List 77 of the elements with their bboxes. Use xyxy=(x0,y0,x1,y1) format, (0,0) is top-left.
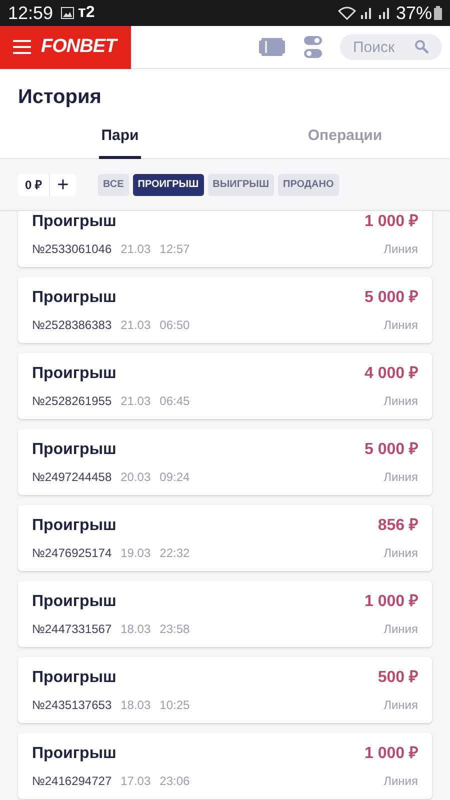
bet-number: №2416294727 xyxy=(32,773,112,790)
signal-icon xyxy=(360,7,374,19)
bet-date: 21.03 xyxy=(120,241,151,258)
bet-card[interactable]: Проигрыш 1 000 ₽ №2416294727 17.03 23:06 Линия xyxy=(18,733,432,799)
bet-number: №2528386383 xyxy=(32,317,112,334)
bet-date: 17.03 xyxy=(120,773,151,790)
balance-value: 0 ₽ xyxy=(18,174,50,196)
bet-type: Линия xyxy=(384,621,418,638)
bet-status: Проигрыш xyxy=(32,744,116,764)
bet-amount: 500 ₽ xyxy=(378,668,418,688)
toggle-icon[interactable] xyxy=(304,36,322,58)
bet-date: 20.03 xyxy=(120,469,151,486)
bet-amount: 5 000 ₽ xyxy=(364,440,418,460)
bet-type: Линия xyxy=(384,393,418,410)
bet-number: №2497244458 xyxy=(32,469,112,486)
battery-icon xyxy=(434,6,442,20)
bet-card[interactable]: Проигрыш 856 ₽ №2476925174 19.03 22:32 Линия xyxy=(18,505,432,571)
page-title: История xyxy=(17,85,102,110)
bet-amount: 856 ₽ xyxy=(378,516,418,536)
bet-amount: 5 000 ₽ xyxy=(364,288,418,308)
bet-type: Линия xyxy=(384,241,418,258)
bet-type: Линия xyxy=(384,697,418,714)
bet-time: 23:58 xyxy=(160,621,190,638)
bet-time: 10:25 xyxy=(160,697,190,714)
search-field[interactable]: Поиск xyxy=(340,34,442,60)
bet-status: Проигрыш xyxy=(32,288,116,308)
bet-card[interactable]: Проигрыш 5 000 ₽ №2497244458 20.03 09:24 Линия xyxy=(18,429,432,495)
bet-time: 06:50 xyxy=(160,317,190,334)
filter-chip[interactable]: ПРОДАНО xyxy=(278,174,339,196)
bet-number: №2533061046 xyxy=(32,241,112,258)
image-icon xyxy=(61,7,74,19)
bet-status: Проигрыш xyxy=(32,440,116,460)
signal-icon xyxy=(378,7,392,19)
bet-card[interactable]: Проигрыш 500 ₽ №2435137653 18.03 10:25 Линия xyxy=(18,657,432,723)
wifi-icon xyxy=(338,6,356,20)
bet-date: 19.03 xyxy=(120,545,151,562)
bet-card[interactable]: Проигрыш 4 000 ₽ №2528261955 21.03 06:45 Линия xyxy=(18,353,432,419)
bet-time: 22:32 xyxy=(160,545,190,562)
bet-amount: 1 000 ₽ xyxy=(364,744,418,764)
logo: FONBET xyxy=(41,34,116,59)
bet-time: 23:06 xyxy=(160,773,190,790)
bet-status: Проигрыш xyxy=(32,364,116,384)
bet-amount: 4 000 ₽ xyxy=(364,364,418,384)
add-button[interactable]: + xyxy=(50,174,76,196)
bet-card[interactable]: Проигрыш 1 000 ₽ №2447331567 18.03 23:58 Линия xyxy=(18,581,432,647)
bet-type: Линия xyxy=(384,773,418,790)
filter-chip[interactable]: ВЫИГРЫШ xyxy=(208,174,274,196)
bet-time: 09:24 xyxy=(160,469,190,486)
filter-chip[interactable]: ВСЕ xyxy=(98,174,129,196)
carrier-label: т2 xyxy=(78,3,95,23)
bet-date: 21.03 xyxy=(120,317,151,334)
bet-date: 21.03 xyxy=(120,393,151,410)
bet-type: Линия xyxy=(384,545,418,562)
battery-percent: 37% xyxy=(396,2,432,24)
bet-status: Проигрыш xyxy=(32,212,116,232)
bet-number: №2476925174 xyxy=(32,545,112,562)
bet-card[interactable]: Проигрыш 5 000 ₽ №2528386383 21.03 06:50 Линия xyxy=(18,277,432,343)
bet-number: №2435137653 xyxy=(32,697,112,714)
bet-status: Проигрыш xyxy=(32,668,116,688)
search-icon[interactable] xyxy=(414,39,430,55)
bet-amount: 1 000 ₽ xyxy=(364,212,418,232)
bet-date: 18.03 xyxy=(120,621,151,638)
bet-amount: 1 000 ₽ xyxy=(364,592,418,612)
bet-time: 06:45 xyxy=(160,393,190,410)
bet-time: 12:57 xyxy=(160,241,190,258)
bet-type: Линия xyxy=(384,469,418,486)
filter-chip[interactable]: ПРОИГРЫШ xyxy=(132,174,204,196)
bet-status: Проигрыш xyxy=(32,592,116,612)
bet-type: Линия xyxy=(384,317,418,334)
ticket-icon[interactable] xyxy=(259,38,285,56)
bet-card[interactable]: Проигрыш 1 000 ₽ №2533061046 21.03 12:57 Линия xyxy=(18,211,432,267)
menu-icon[interactable] xyxy=(13,40,31,54)
clock: 12:59 xyxy=(8,2,54,24)
bet-date: 18.03 xyxy=(120,697,151,714)
bet-status: Проигрыш xyxy=(32,516,116,536)
bet-number: №2447331567 xyxy=(32,621,112,638)
bet-number: №2528261955 xyxy=(32,393,112,410)
